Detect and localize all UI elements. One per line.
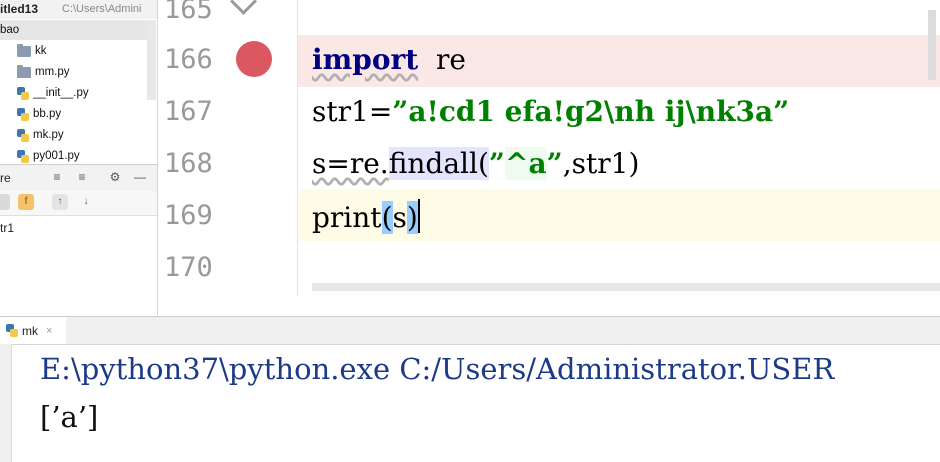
console-line: E:\python37\python.exe C:/Users/Administ… (40, 352, 835, 386)
text-caret (417, 199, 420, 233)
navigate-down-icon[interactable]: ↓ (78, 194, 94, 210)
regex-char: a (528, 147, 547, 180)
close-icon[interactable]: × (46, 325, 52, 337)
code-text: s (392, 201, 407, 234)
python-file-icon (17, 128, 29, 142)
breakpoint-icon[interactable] (236, 41, 272, 77)
string-literal: ”a!cd1 efa!g2\nh ij\nk3a” (392, 95, 790, 128)
run-tab-bar: mk × (0, 316, 940, 345)
python-file-icon (17, 86, 29, 100)
project-path: C:\Users\Admini (62, 3, 142, 15)
keyword-import: import (312, 43, 419, 76)
matching-paren-close: ) (406, 201, 418, 234)
tree-item-label: mm.py (35, 66, 70, 78)
function-filter-icon[interactable]: f (18, 194, 34, 210)
editor-horizontal-scrollbar[interactable] (312, 283, 940, 291)
tree-item-mm[interactable]: mm.py (17, 62, 70, 82)
structure-title: re (0, 171, 11, 185)
code-line-166: import re (312, 43, 466, 76)
collapse-icon[interactable]: ≡ (75, 170, 89, 184)
line-number: 166 (164, 44, 213, 75)
structure-header: re ≡ ≡ ⚙ — (0, 164, 157, 192)
string-quote: ” (488, 147, 505, 180)
code-text: ,str1) (562, 147, 640, 180)
editor-gutter[interactable]: 165 166 167 168 169 170 (158, 0, 298, 296)
line-number: 167 (164, 96, 213, 127)
tree-item-bb[interactable]: bb.py (17, 104, 61, 124)
fold-chevron-icon[interactable] (230, 0, 257, 15)
structure-toolbar: f ↑ ↓ (0, 191, 157, 216)
python-run-icon (6, 324, 18, 337)
tree-item-bao[interactable]: bao (0, 20, 147, 40)
editor-vertical-scrollbar[interactable] (928, 10, 936, 80)
tree-item-kk[interactable]: kk (17, 41, 47, 61)
function-call-findall: findall (388, 147, 478, 180)
builtin-print: print (312, 201, 382, 234)
project-panel: itled13 C:\Users\Admini bao kk mm.py __i… (0, 0, 158, 316)
code-text: re (418, 43, 466, 76)
sort-alpha-icon[interactable]: ≡ (50, 170, 64, 184)
python-file-icon (17, 107, 29, 121)
code-text: ( (477, 147, 489, 180)
tree-item-py001[interactable]: py001.py (17, 146, 80, 166)
code-text: str1= (312, 95, 393, 128)
regex-caret: ^ (504, 147, 529, 180)
line-number: 169 (164, 200, 213, 231)
code-editor[interactable]: 165 166 167 168 169 170 import re str1=”… (158, 0, 940, 296)
console-line: [’a’] (40, 400, 99, 434)
string-quote: ” (546, 147, 563, 180)
minimize-icon[interactable]: — (133, 170, 147, 184)
tree-item-mk[interactable]: mk.py (17, 125, 64, 145)
tree-item-label: bb.py (33, 108, 62, 120)
folder-icon (17, 64, 31, 78)
tree-item-label: py001.py (33, 150, 80, 162)
tree-item-init[interactable]: __init__.py (17, 83, 89, 103)
project-title[interactable]: itled13 (0, 2, 38, 16)
line-number: 165 (164, 0, 213, 25)
folder-icon (17, 43, 31, 57)
show-fields-icon[interactable] (0, 194, 10, 210)
structure-item[interactable]: tr1 (0, 221, 14, 235)
code-line-168: s=re.findall(”^a”,str1) (312, 147, 639, 180)
code-line-167: str1=”a!cd1 efa!g2\nh ij\nk3a” (312, 95, 789, 128)
run-tab-label: mk (22, 323, 38, 338)
gear-icon[interactable]: ⚙ (108, 170, 122, 184)
code-text: s=re. (312, 147, 389, 180)
tree-item-label: mk.py (33, 129, 64, 141)
line-number: 168 (164, 148, 213, 179)
console-toolbar (0, 344, 12, 462)
tree-item-label: bao (0, 24, 20, 36)
tree-item-label: kk (35, 45, 47, 57)
tree-item-label: __init__.py (33, 87, 89, 99)
run-tab-mk[interactable]: mk × (0, 317, 66, 344)
python-file-icon (17, 149, 29, 163)
matching-paren-open: ( (381, 201, 393, 234)
project-scrollbar[interactable] (147, 20, 156, 100)
navigate-up-icon[interactable]: ↑ (52, 194, 68, 210)
code-line-169: print(s) (312, 199, 420, 234)
line-number: 170 (164, 252, 213, 283)
project-header: itled13 C:\Users\Admini (0, 0, 157, 19)
